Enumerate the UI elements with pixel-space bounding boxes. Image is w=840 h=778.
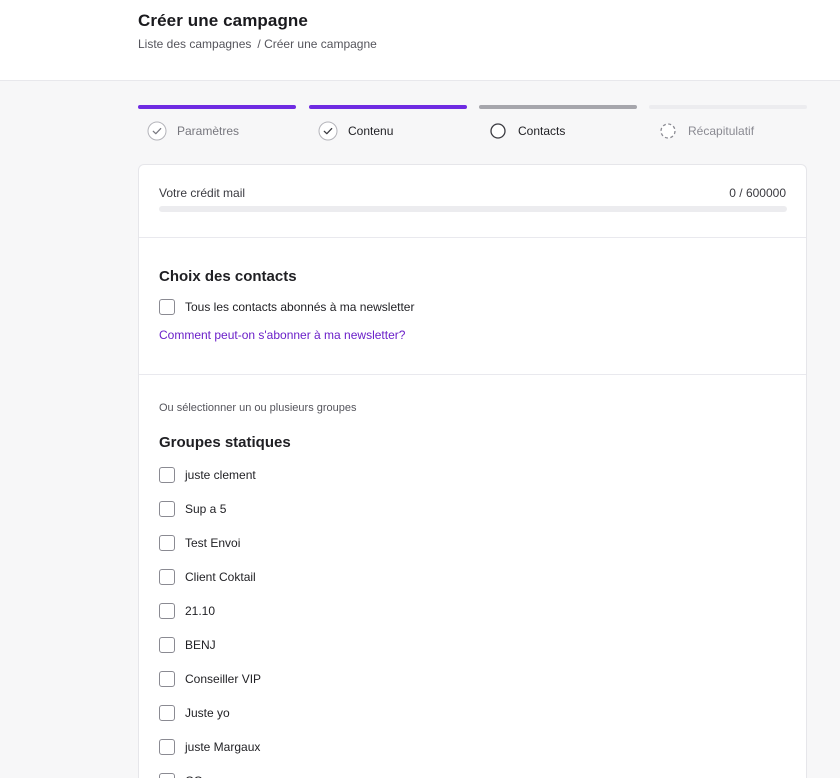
step-label: Contacts — [518, 124, 566, 138]
group-label: juste clement — [185, 468, 256, 482]
contacts-section: Choix des contacts Tous les contacts abo… — [139, 238, 806, 375]
group-label: CO — [185, 774, 203, 778]
step-progress-bar — [309, 105, 467, 109]
group-option[interactable]: 21.10 — [159, 603, 215, 619]
credit-value: 0 / 600000 — [729, 186, 786, 200]
group-checkbox[interactable] — [159, 569, 175, 585]
group-label: BENJ — [185, 638, 216, 652]
group-label: Client Coktail — [185, 570, 256, 584]
step-progress-bar — [138, 105, 296, 109]
newsletter-help-link[interactable]: Comment peut-on s'abonner à ma newslette… — [159, 328, 405, 342]
group-checkbox[interactable] — [159, 535, 175, 551]
step-contacts[interactable]: Contacts — [479, 105, 637, 145]
group-checkbox[interactable] — [159, 739, 175, 755]
breadcrumb-separator: / Créer une campagne — [257, 37, 376, 51]
group-option[interactable]: Test Envoi — [159, 535, 240, 551]
credit-section: Votre crédit mail 0 / 600000 — [139, 165, 806, 238]
group-label: Conseiller VIP — [185, 672, 262, 686]
step-parametres[interactable]: Paramètres — [138, 105, 296, 145]
groups-section: Ou sélectionner un ou plusieurs groupes … — [139, 375, 806, 778]
group-checkbox[interactable] — [159, 671, 175, 687]
breadcrumb: Liste des campagnes / Créer une campagne — [138, 37, 377, 51]
step-contenu[interactable]: Contenu — [309, 105, 467, 145]
check-circle-icon — [147, 121, 167, 141]
static-groups-title: Groupes statiques — [159, 434, 291, 451]
breadcrumb-campaign-list-link[interactable]: Liste des campagnes — [138, 37, 251, 51]
contacts-section-title: Choix des contacts — [159, 268, 297, 285]
group-checkbox[interactable] — [159, 467, 175, 483]
group-checkbox[interactable] — [159, 637, 175, 653]
group-option[interactable]: Juste yo — [159, 705, 230, 721]
page-title: Créer une campagne — [138, 11, 308, 30]
group-option[interactable]: Client Coktail — [159, 569, 256, 585]
campaign-contacts-card: Votre crédit mail 0 / 600000 Choix des c… — [138, 164, 807, 778]
all-subscribers-label: Tous les contacts abonnés à ma newslette… — [185, 300, 415, 314]
group-label: juste Margaux — [185, 740, 261, 754]
step-label: Paramètres — [177, 124, 240, 138]
group-option[interactable]: Conseiller VIP — [159, 671, 261, 687]
group-option[interactable]: Sup a 5 — [159, 501, 226, 517]
group-label: Sup a 5 — [185, 502, 227, 516]
step-progress-bar — [649, 105, 807, 109]
step-progress-bar — [479, 105, 637, 109]
groups-hint: Ou sélectionner un ou plusieurs groupes — [159, 402, 357, 414]
step-label: Contenu — [348, 124, 394, 138]
dashed-circle-icon — [658, 121, 678, 141]
breadcrumb-current: Créer une campagne — [264, 37, 377, 51]
group-option[interactable]: CO — [159, 773, 203, 778]
step-recapitulatif[interactable]: Récapitulatif — [649, 105, 807, 145]
check-circle-icon — [318, 121, 338, 141]
group-label: Test Envoi — [185, 536, 241, 550]
all-subscribers-option[interactable]: Tous les contacts abonnés à ma newslette… — [159, 299, 414, 315]
breadcrumb-separator-text: / — [257, 37, 261, 51]
group-checkbox[interactable] — [159, 603, 175, 619]
step-label: Récapitulatif — [688, 124, 755, 138]
credit-progress-bar — [159, 206, 787, 212]
group-checkbox[interactable] — [159, 501, 175, 517]
stepper: Paramètres Contenu Contacts Récapitulati… — [138, 105, 808, 145]
all-subscribers-checkbox[interactable] — [159, 299, 175, 315]
group-checkbox[interactable] — [159, 773, 175, 778]
group-option[interactable]: juste Margaux — [159, 739, 260, 755]
page-header: Créer une campagne Liste des campagnes /… — [0, 0, 840, 81]
circle-icon — [488, 121, 508, 141]
group-label: 21.10 — [185, 604, 216, 618]
credit-label: Votre crédit mail — [159, 186, 246, 200]
group-option[interactable]: juste clement — [159, 467, 256, 483]
group-label: Juste yo — [185, 706, 230, 720]
group-option[interactable]: BENJ — [159, 637, 216, 653]
group-checkbox[interactable] — [159, 705, 175, 721]
